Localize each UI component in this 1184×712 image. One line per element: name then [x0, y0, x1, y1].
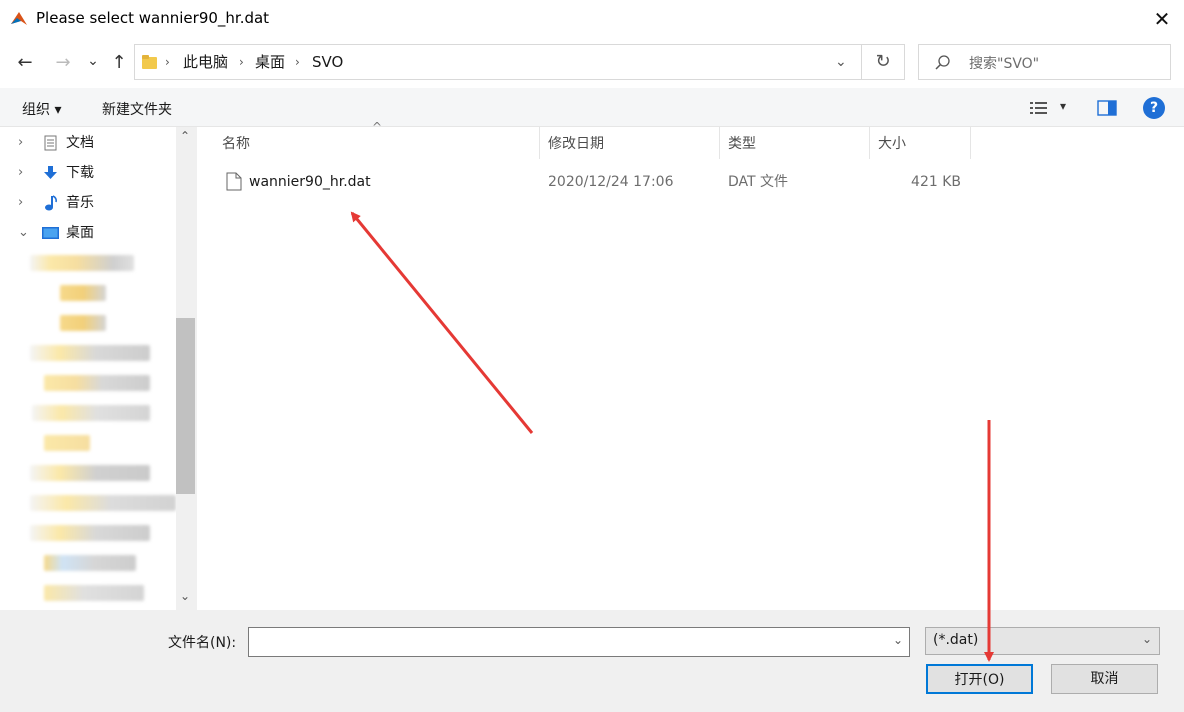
back-button[interactable]: ←	[10, 48, 40, 78]
close-button[interactable]: ✕	[1140, 0, 1184, 38]
obscured-folder	[44, 435, 90, 451]
command-toolbar	[0, 88, 1184, 127]
scroll-down-icon[interactable]: ⌄	[180, 589, 190, 603]
up-arrow-icon: ↑	[111, 52, 127, 73]
file-list	[197, 127, 1184, 610]
breadcrumb-separator: ›	[165, 55, 170, 69]
column-header-size[interactable]: 大小	[878, 127, 906, 159]
breadcrumb-separator: ›	[295, 55, 300, 69]
filter-dropdown-icon: ⌄	[1142, 632, 1153, 646]
obscured-folder	[44, 555, 136, 571]
file-name[interactable]: wannier90_hr.dat	[249, 170, 371, 194]
column-divider[interactable]	[719, 127, 720, 159]
back-arrow-icon: ←	[17, 52, 33, 73]
cancel-button[interactable]: 取消	[1051, 664, 1158, 694]
column-divider[interactable]	[970, 127, 971, 159]
music-icon	[45, 195, 57, 211]
tree-item-desktop[interactable]: ⌄ 桌面	[0, 219, 176, 247]
navigation-pane: › 文档 › 下载 › 音乐 ⌄ 桌面	[0, 127, 196, 610]
forward-button[interactable]: →	[48, 48, 78, 78]
chevron-down-icon: ⌄	[87, 53, 99, 69]
obscured-folder	[44, 375, 150, 391]
expand-icon[interactable]: ›	[18, 159, 23, 187]
tree-item-label: 桌面	[66, 225, 94, 241]
help-icon[interactable]: ?	[1143, 97, 1165, 119]
sort-indicator-icon: ^	[372, 120, 383, 134]
obscured-folder	[32, 405, 150, 421]
search-input[interactable]: 搜索"SVO"	[969, 53, 1039, 73]
refresh-button[interactable]: ↻	[861, 44, 905, 80]
file-modified: 2020/12/24 17:06	[548, 174, 674, 190]
obscured-folder	[30, 345, 150, 361]
file-icon	[226, 172, 242, 191]
documents-icon	[44, 135, 57, 151]
column-divider[interactable]	[539, 127, 540, 159]
preview-pane-icon[interactable]	[1097, 100, 1117, 116]
tree-item-label: 文档	[66, 135, 94, 151]
filename-dropdown-icon[interactable]: ⌄	[893, 633, 903, 647]
forward-arrow-icon: →	[55, 52, 71, 73]
obscured-folder	[44, 585, 144, 601]
file-type-filter[interactable]: (*.dat) ⌄	[925, 627, 1160, 655]
tree-item-label: 下载	[66, 165, 94, 181]
search-icon	[935, 55, 950, 70]
expand-icon[interactable]: ›	[18, 129, 23, 157]
breadcrumb-this-pc[interactable]: 此电脑	[183, 45, 228, 79]
breadcrumb-svo[interactable]: SVO	[312, 45, 343, 79]
close-icon: ✕	[1153, 7, 1171, 31]
file-type-value: (*.dat)	[933, 632, 979, 648]
view-dropdown-icon: ▾	[1060, 99, 1067, 113]
downloads-icon	[44, 166, 57, 179]
search-box[interactable]: 搜索"SVO"	[918, 44, 1171, 80]
scrollbar-thumb[interactable]	[176, 318, 195, 494]
address-bar[interactable]: › 此电脑 › 桌面 › SVO ⌄	[134, 44, 862, 80]
obscured-folder	[30, 525, 150, 541]
file-type: DAT 文件	[728, 174, 789, 190]
address-dropdown-icon[interactable]: ⌄	[835, 45, 847, 79]
column-header-type[interactable]: 类型	[728, 127, 756, 159]
dialog-footer	[0, 610, 1184, 712]
obscured-folder	[30, 465, 150, 481]
new-folder-button[interactable]: 新建文件夹	[102, 99, 172, 119]
column-divider[interactable]	[869, 127, 870, 159]
tree-item-documents[interactable]: › 文档	[0, 129, 176, 157]
column-header-modified[interactable]: 修改日期	[548, 127, 604, 159]
breadcrumb-separator: ›	[239, 55, 244, 69]
expand-icon[interactable]: ›	[18, 189, 23, 217]
up-button[interactable]: ↑	[104, 48, 134, 78]
filename-label: 文件名(N):	[168, 635, 237, 651]
obscured-folder	[30, 495, 176, 511]
obscured-folder	[60, 315, 106, 331]
tree-item-music[interactable]: › 音乐	[0, 189, 176, 217]
obscured-folder	[30, 255, 134, 271]
obscured-folder	[60, 285, 106, 301]
view-options-button[interactable]: ▾	[1030, 99, 1074, 119]
open-button[interactable]: 打开(O)	[926, 664, 1033, 694]
refresh-icon: ↻	[875, 51, 891, 72]
desktop-icon	[42, 227, 59, 239]
window-title: Please select wannier90_hr.dat	[36, 9, 270, 27]
organize-menu[interactable]: 组织 ▾	[22, 99, 61, 119]
folder-icon	[142, 55, 157, 69]
tree-item-downloads[interactable]: › 下载	[0, 159, 176, 187]
file-size: 421 KB	[911, 174, 961, 190]
filename-input[interactable]: ⌄	[248, 627, 910, 657]
tree-item-label: 音乐	[66, 195, 94, 211]
recent-locations-button[interactable]: ⌄	[80, 46, 106, 76]
details-view-icon	[1030, 102, 1047, 114]
collapse-icon[interactable]: ⌄	[18, 219, 29, 247]
column-header-name[interactable]: 名称	[222, 127, 250, 159]
matlab-icon	[11, 12, 27, 25]
breadcrumb-desktop[interactable]: 桌面	[255, 45, 285, 79]
scroll-up-icon[interactable]: ⌃	[180, 129, 190, 143]
